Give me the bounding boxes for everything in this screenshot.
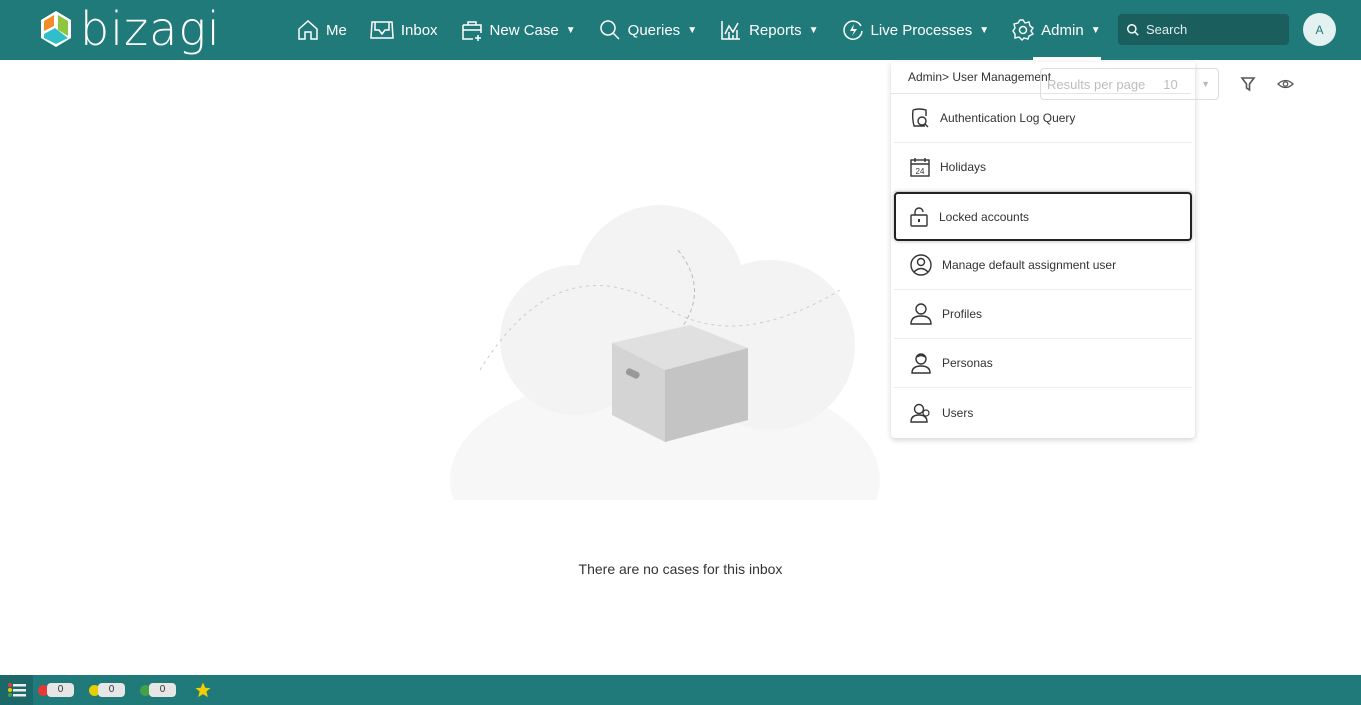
calendar-day: 24 <box>916 167 925 176</box>
gear-icon <box>1012 19 1035 41</box>
logo-text: bizagi <box>80 2 221 56</box>
nav-queries[interactable]: Queries ▼ <box>598 0 697 60</box>
main-nav: Me Inbox New Case ▼ Queries ▼ Reports ▼ Liv… <box>296 0 1123 60</box>
star-icon[interactable] <box>194 681 212 699</box>
logo-icon <box>41 11 71 47</box>
menu-item-label: Holidays <box>940 160 987 174</box>
nav-me[interactable]: Me <box>296 0 347 60</box>
user-icon <box>910 303 932 325</box>
nav-label: Me <box>326 21 347 39</box>
chevron-down-icon: ▼ <box>687 24 698 36</box>
nav-new-case[interactable]: New Case ▼ <box>460 0 576 60</box>
nav-reports[interactable]: Reports ▼ <box>719 0 819 60</box>
list-icon <box>7 683 26 697</box>
menu-item-label: Locked accounts <box>939 209 1030 224</box>
search-icon <box>1127 23 1139 36</box>
menu-item-profiles[interactable]: Profiles <box>894 290 1192 339</box>
filter-icon[interactable] <box>1240 76 1256 92</box>
menu-item-users[interactable]: Users <box>894 388 1192 437</box>
on-time-counter[interactable]: 0 <box>140 683 176 697</box>
chevron-down-icon: ▼ <box>565 24 576 36</box>
nav-label: Admin <box>1041 21 1084 39</box>
menu-item-manage-default-assignment-user[interactable]: Manage default assignment user <box>894 241 1192 290</box>
counter-value: 0 <box>98 683 125 697</box>
nav-label: Reports <box>749 21 802 39</box>
nav-label: Inbox <box>400 21 438 39</box>
search-placeholder: Search <box>1146 22 1188 37</box>
persona-icon <box>911 353 931 374</box>
empty-box-illustration <box>450 205 880 500</box>
search-input[interactable]: Search <box>1118 14 1289 45</box>
results-per-page-select[interactable]: Results per page 10 ▼ <box>1040 68 1219 100</box>
nav-label: Queries <box>627 21 681 39</box>
home-icon <box>298 19 318 40</box>
admin-dropdown-menu: Admin> User Management Authentication Lo… <box>891 62 1195 438</box>
live-processes-icon <box>842 20 863 40</box>
menu-item-holidays[interactable]: 24 Holidays <box>894 143 1192 192</box>
menu-item-label: Personas <box>942 356 993 370</box>
chevron-down-icon: ▼ <box>1090 24 1101 36</box>
nav-label: Live Processes <box>870 21 973 39</box>
counter-value: 0 <box>149 683 176 697</box>
empty-inbox-message: There are no cases for this inbox <box>578 561 783 577</box>
menu-item-label: Profiles <box>942 307 983 321</box>
nav-label: New Case <box>489 21 559 39</box>
users-icon <box>910 403 930 423</box>
menu-item-authentication-log-query[interactable]: Authentication Log Query <box>894 94 1192 143</box>
counter-value: 0 <box>47 683 74 697</box>
new-case-icon <box>461 21 482 41</box>
nav-live-processes[interactable]: Live Processes ▼ <box>841 0 990 60</box>
avatar[interactable]: A <box>1303 13 1336 46</box>
at-risk-counter[interactable]: 0 <box>89 683 125 697</box>
chevron-down-icon: ▼ <box>1201 79 1210 89</box>
chevron-down-icon: ▼ <box>979 24 990 36</box>
reports-icon <box>721 21 741 40</box>
auth-log-icon <box>911 108 929 128</box>
nav-admin[interactable]: Admin ▼ <box>1011 0 1102 60</box>
bizagi-logo[interactable]: bizagi <box>38 6 221 52</box>
results-per-page-value: 10 <box>1163 76 1178 92</box>
calendar-icon: 24 <box>910 158 930 177</box>
bottom-bar: 0 0 0 <box>0 675 1361 705</box>
nav-inbox[interactable]: Inbox <box>369 0 438 60</box>
menu-item-label: Manage default assignment user <box>942 258 1117 272</box>
results-per-page-label: Results per page <box>1047 76 1146 92</box>
menu-item-locked-accounts[interactable]: Locked accounts <box>894 192 1192 241</box>
menu-item-personas[interactable]: Personas <box>894 339 1192 388</box>
inbox-icon <box>370 21 394 39</box>
unlock-icon <box>910 206 928 227</box>
menu-item-label: Users <box>942 405 974 420</box>
overdue-counter[interactable]: 0 <box>38 683 74 697</box>
menu-item-label: Authentication Log Query <box>940 111 1076 125</box>
chevron-down-icon: ▼ <box>808 24 819 36</box>
case-list-toggle[interactable] <box>0 675 33 705</box>
eye-icon[interactable] <box>1277 76 1294 92</box>
top-bar: bizagi Me Inbox New Case ▼ Queries ▼ Repor… <box>0 0 1361 60</box>
search-icon <box>599 20 620 40</box>
user-circle-icon <box>910 254 932 276</box>
